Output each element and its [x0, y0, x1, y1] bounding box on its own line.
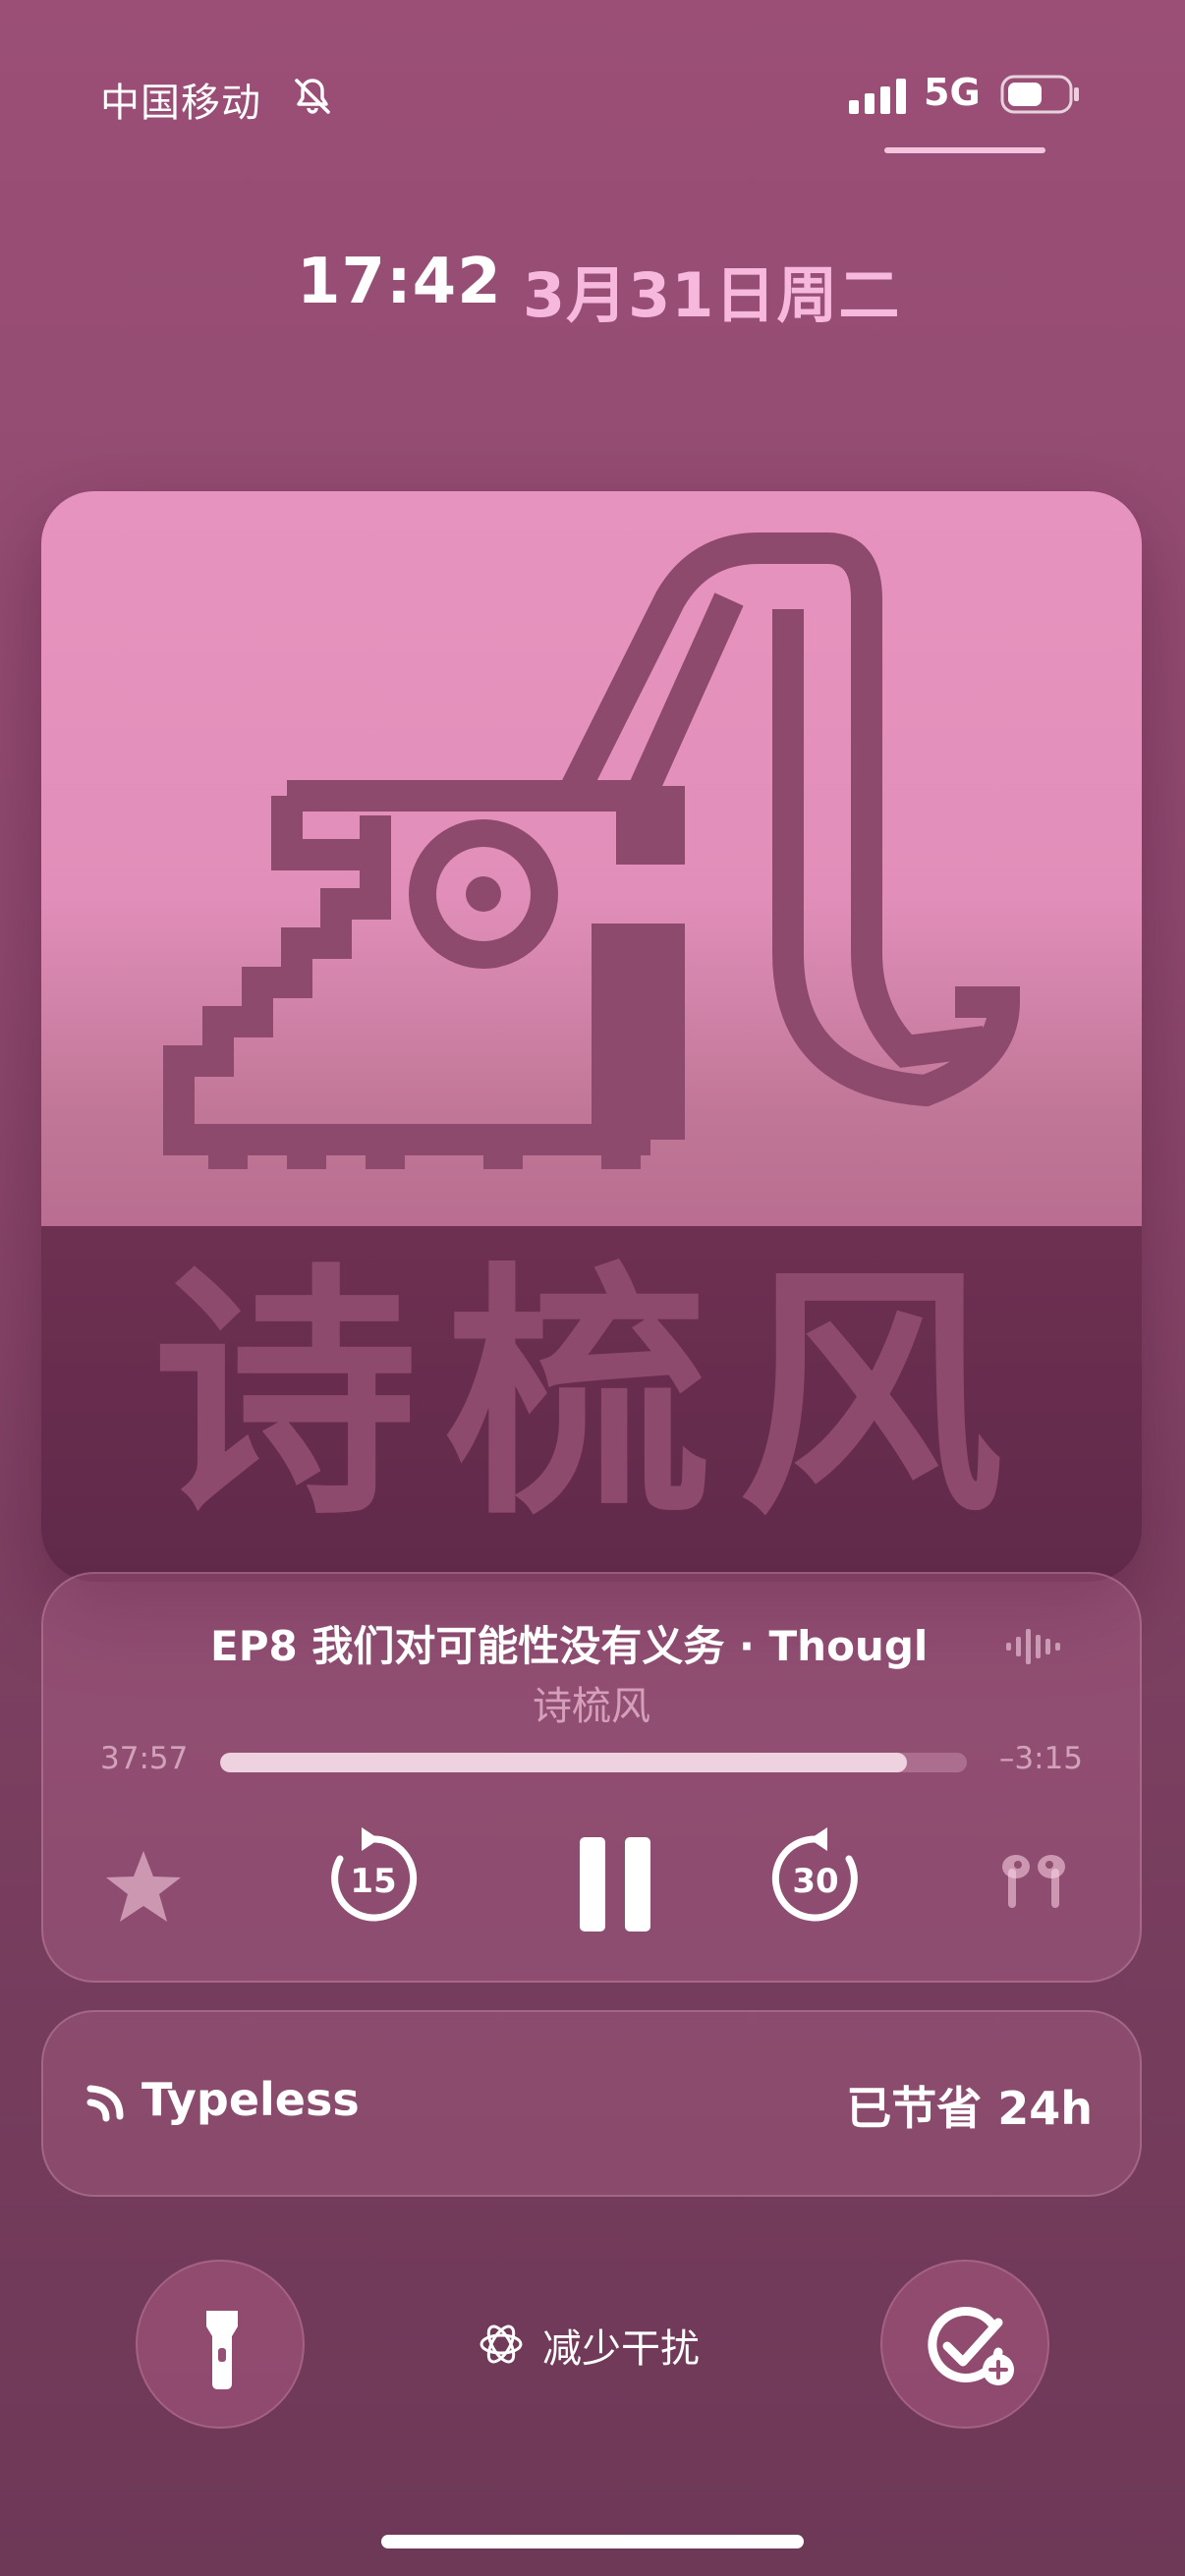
waveform-icon[interactable]	[1004, 1625, 1067, 1668]
focus-mode-label[interactable]: 减少干扰	[542, 2317, 700, 2374]
widget-saved-value: 已节省 24h	[846, 2082, 1093, 2135]
carrier-label: 中国移动	[100, 81, 261, 126]
silent-bell-icon	[295, 79, 330, 114]
track-title[interactable]: EP8 我们对可能性没有义务 · Thougl	[210, 1613, 1026, 1673]
skip-back-button[interactable]: 15	[322, 1825, 424, 1928]
now-playing-card: EP8 我们对可能性没有义务 · Thougl 诗梳风 37:57 –3:15 …	[41, 1572, 1142, 1983]
skip-back-seconds: 15	[350, 1862, 396, 1901]
album-artwork[interactable]: 诗梳风	[41, 491, 1142, 1582]
typeless-logo-icon	[86, 2085, 124, 2122]
clock: 17:42	[297, 246, 502, 318]
remaining-time: –3:15	[998, 1741, 1083, 1776]
pause-button[interactable]	[556, 1829, 674, 1939]
skip-forward-seconds: 30	[792, 1862, 838, 1901]
flashlight-icon	[206, 2311, 238, 2389]
date-label: 3月31日周二	[523, 259, 901, 331]
progress-scrubber[interactable]	[220, 1753, 967, 1772]
quick-note-button[interactable]	[880, 2260, 1049, 2429]
skip-forward-button[interactable]: 30	[764, 1825, 867, 1928]
airpods-output-icon[interactable]	[994, 1843, 1073, 1922]
elapsed-time: 37:57	[100, 1741, 189, 1776]
progress-fill	[220, 1753, 908, 1772]
cellular-signal-icon	[849, 79, 906, 114]
home-indicator[interactable]	[381, 2535, 804, 2548]
podcast-logo-icon	[163, 532, 1021, 1169]
flashlight-button[interactable]	[136, 2260, 305, 2429]
widget-app-name: Typeless	[141, 2073, 360, 2126]
favorite-star-button[interactable]	[104, 1847, 183, 1926]
typeless-widget[interactable]: Typeless 已节省 24h	[41, 2010, 1142, 2197]
reduce-interruptions-icon	[480, 2324, 523, 2364]
artist-name[interactable]: 诗梳风	[43, 1674, 1140, 1731]
network-type-label: 5G	[924, 71, 981, 114]
checkmark-add-icon	[928, 2307, 1014, 2385]
battery-icon	[1000, 75, 1079, 114]
artwork-title: 诗梳风	[152, 1241, 1031, 1550]
status-indicator-bar	[884, 147, 1045, 153]
